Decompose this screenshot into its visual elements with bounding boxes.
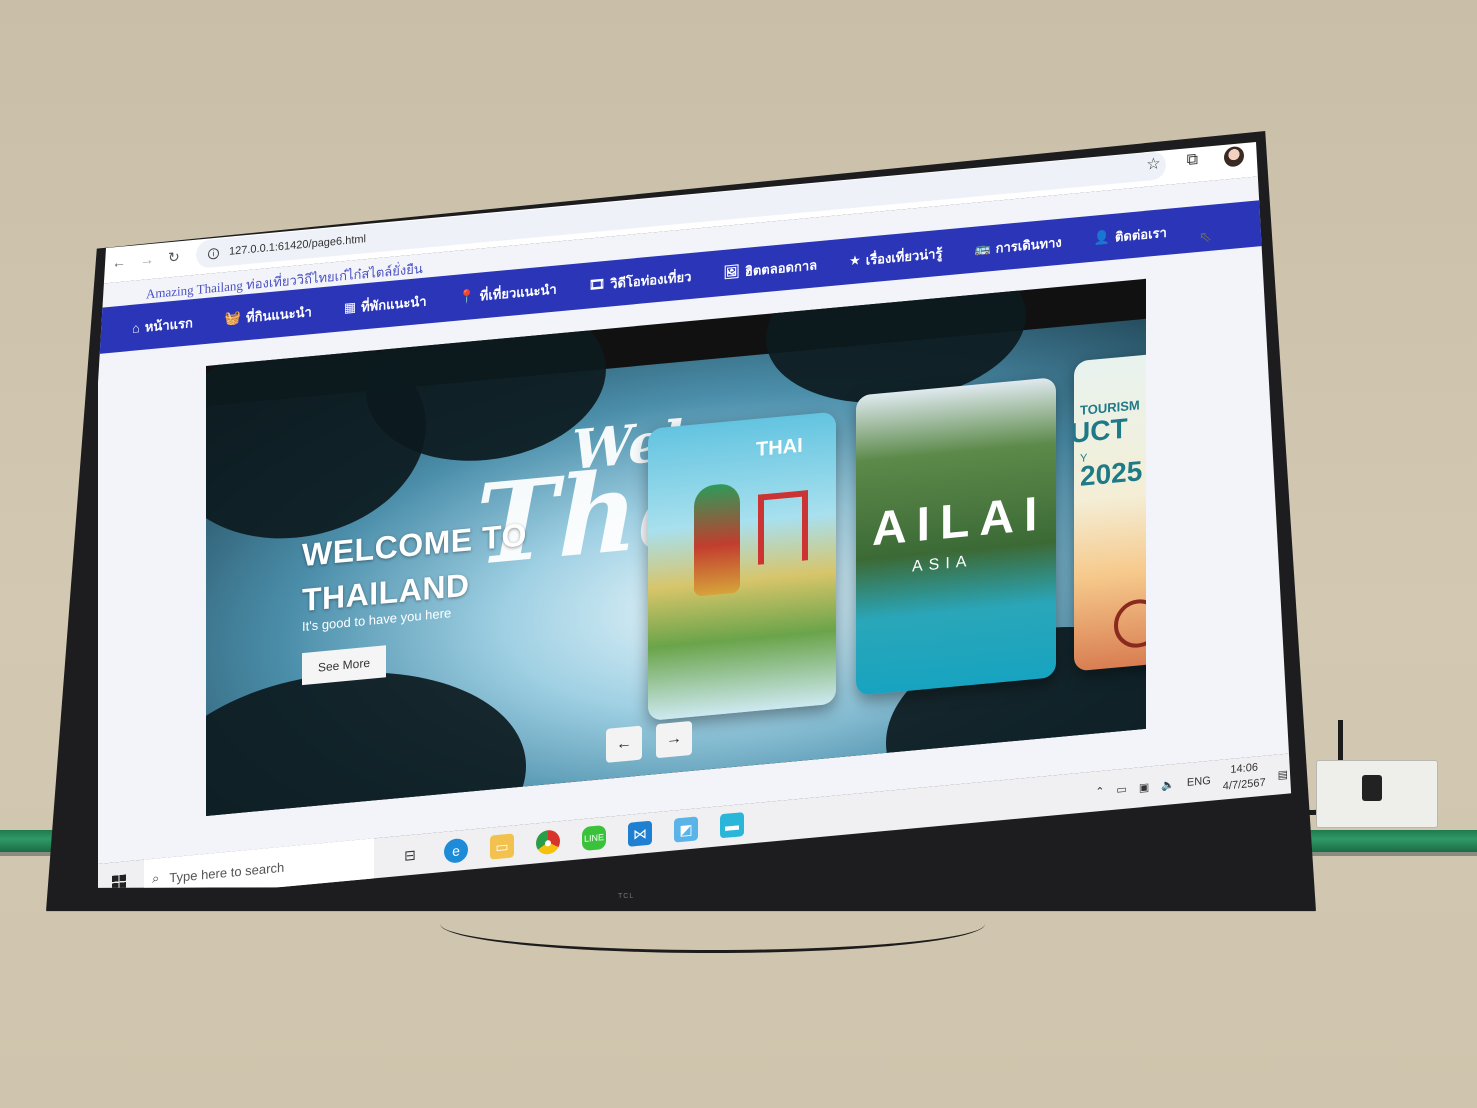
tv-brand-logo: TCL xyxy=(618,893,635,900)
windows-start-icon[interactable] xyxy=(112,874,126,888)
network-icon[interactable]: ▣ xyxy=(1139,780,1149,794)
nav-transport[interactable]: 🚌 การเดินทาง xyxy=(974,231,1061,260)
basket-icon: 🧺 xyxy=(224,309,242,327)
search-icon: ⌕ xyxy=(152,870,160,886)
home-icon: ⌂ xyxy=(132,319,140,336)
restore-button[interactable]: ❐ xyxy=(1210,100,1223,118)
nav-label: การเดินทาง xyxy=(995,234,1062,256)
clock-date: 4/7/2567 xyxy=(1222,776,1266,793)
star-icon: ★ xyxy=(849,252,861,269)
tab-search-chevron-icon[interactable]: ⌄ xyxy=(108,218,116,230)
nav-home[interactable]: ⌂ หน้าแรก xyxy=(132,312,193,339)
nav-food[interactable]: 🧺 ที่กินแนะนำ xyxy=(225,301,312,330)
mouse-cursor-icon: ⇖ xyxy=(1198,228,1212,247)
trishaw-wheel xyxy=(1114,597,1146,650)
remote-desktop-icon[interactable]: ▬ xyxy=(720,812,744,839)
bookmark-star-icon[interactable]: ☆ xyxy=(1146,153,1160,174)
card-line2: UCT xyxy=(1074,412,1128,449)
nav-label: ฮิตตลอดกาล xyxy=(744,256,818,279)
url-text: 127.0.0.1:61420/page6.html xyxy=(229,233,367,258)
edge-icon[interactable]: e xyxy=(444,837,468,864)
next-arrow-button[interactable]: → xyxy=(656,720,692,759)
film-icon: 🎞 xyxy=(588,275,606,293)
extensions-icon[interactable]: ⧉ xyxy=(1187,151,1198,170)
profile-avatar[interactable] xyxy=(1224,145,1244,168)
slide-card-island[interactable]: AILAI ASIA xyxy=(856,377,1056,696)
chevron-up-icon[interactable]: ⌃ xyxy=(1095,784,1104,798)
back-arrow-icon[interactable]: ← xyxy=(112,253,126,270)
nav-label: ที่กินแนะนำ xyxy=(246,303,312,325)
volume-icon[interactable]: 🔈 xyxy=(1161,778,1175,792)
forward-arrow-icon[interactable]: → xyxy=(140,251,154,268)
line-icon[interactable]: LINE xyxy=(582,824,606,852)
bus-icon: 🚌 xyxy=(974,240,991,257)
giant-statue xyxy=(694,482,740,597)
card-title: THAI xyxy=(756,434,803,461)
search-placeholder: Type here to search xyxy=(169,859,285,885)
building-icon: ▦ xyxy=(343,299,357,316)
nav-stay[interactable]: ▦ ที่พักแนะนำ xyxy=(344,290,427,319)
giant-swing xyxy=(758,490,808,565)
vscode-icon[interactable]: ⋈ xyxy=(628,820,652,847)
map-pin-icon: 📍 xyxy=(458,288,475,305)
card-title: AILAI xyxy=(872,486,1048,557)
reload-icon[interactable]: ↻ xyxy=(168,248,180,266)
card-line3: 2025 xyxy=(1080,455,1143,492)
chrome-icon[interactable]: ● xyxy=(536,829,560,856)
notifications-icon[interactable]: ▤ xyxy=(1278,767,1288,781)
nav-label: เรื่องเที่ยวน่ารู้ xyxy=(865,245,943,268)
tab-title: Petkasem xyxy=(166,210,215,227)
battery-icon[interactable]: ▭ xyxy=(1116,782,1126,796)
nav-label: ที่เที่ยวแนะนำ xyxy=(479,280,557,304)
close-window-button[interactable]: ✕ xyxy=(1256,95,1268,113)
globe-icon xyxy=(146,215,158,229)
power-plug xyxy=(1362,775,1382,801)
hero-slider: Wel Thai WELCOME TO THAILAND It's good t… xyxy=(206,278,1146,816)
nav-label: หน้าแรก xyxy=(144,314,193,335)
image-icon: 🖼 xyxy=(723,263,740,280)
nav-popular[interactable]: 🖼 ฮิตตลอดกาล xyxy=(723,254,817,284)
nav-label: ติดต่อเรา xyxy=(1114,224,1167,245)
nav-contact[interactable]: 👤 ติดต่อเรา xyxy=(1094,221,1167,249)
file-explorer-icon[interactable]: ▭ xyxy=(490,833,514,860)
nav-videos[interactable]: 🎞 วิดีโอท่องเที่ยว xyxy=(589,265,692,296)
task-view-icon[interactable]: ⊟ xyxy=(398,842,422,868)
menu-kebab-icon[interactable]: ⋮ xyxy=(1270,142,1286,163)
desktop-screen: ⌄ Petkasem ✕ + — ❐ ✕ ← → ↻ i 127.0.0.1:6… xyxy=(98,95,1296,888)
site-info-icon[interactable]: i xyxy=(208,247,219,260)
nav-label: วิดีโอท่องเที่ยว xyxy=(610,268,692,291)
web-page: Amazing Thailang ท่องเที่ยววิถีไทยเก๋ไก๋… xyxy=(98,172,1296,864)
slide-card-thai[interactable]: THAI xyxy=(648,411,836,721)
nav-places[interactable]: 📍 ที่เที่ยวแนะนำ xyxy=(459,278,557,308)
card-subtitle: ASIA xyxy=(912,552,973,576)
clock[interactable]: 14:06 4/7/2567 xyxy=(1223,760,1266,796)
palm-silhouette xyxy=(206,656,526,816)
close-tab-icon[interactable]: ✕ xyxy=(298,200,308,215)
user-icon: 👤 xyxy=(1093,229,1110,246)
slide-card-tourism[interactable]: TOURISM UCT Y 2025 xyxy=(1074,340,1146,672)
new-tab-button[interactable]: + xyxy=(334,189,345,211)
minimize-button[interactable]: — xyxy=(1162,104,1176,122)
window-controls: — ❐ ✕ xyxy=(1162,95,1268,122)
prev-arrow-button[interactable]: ← xyxy=(606,725,642,763)
nav-travel-facts[interactable]: ★ เรื่องเที่ยวน่ารู้ xyxy=(849,242,942,272)
language-indicator[interactable]: ENG xyxy=(1187,775,1211,789)
app-icon[interactable]: ◩ xyxy=(674,816,698,843)
nav-label: ที่พักแนะนำ xyxy=(361,293,427,315)
